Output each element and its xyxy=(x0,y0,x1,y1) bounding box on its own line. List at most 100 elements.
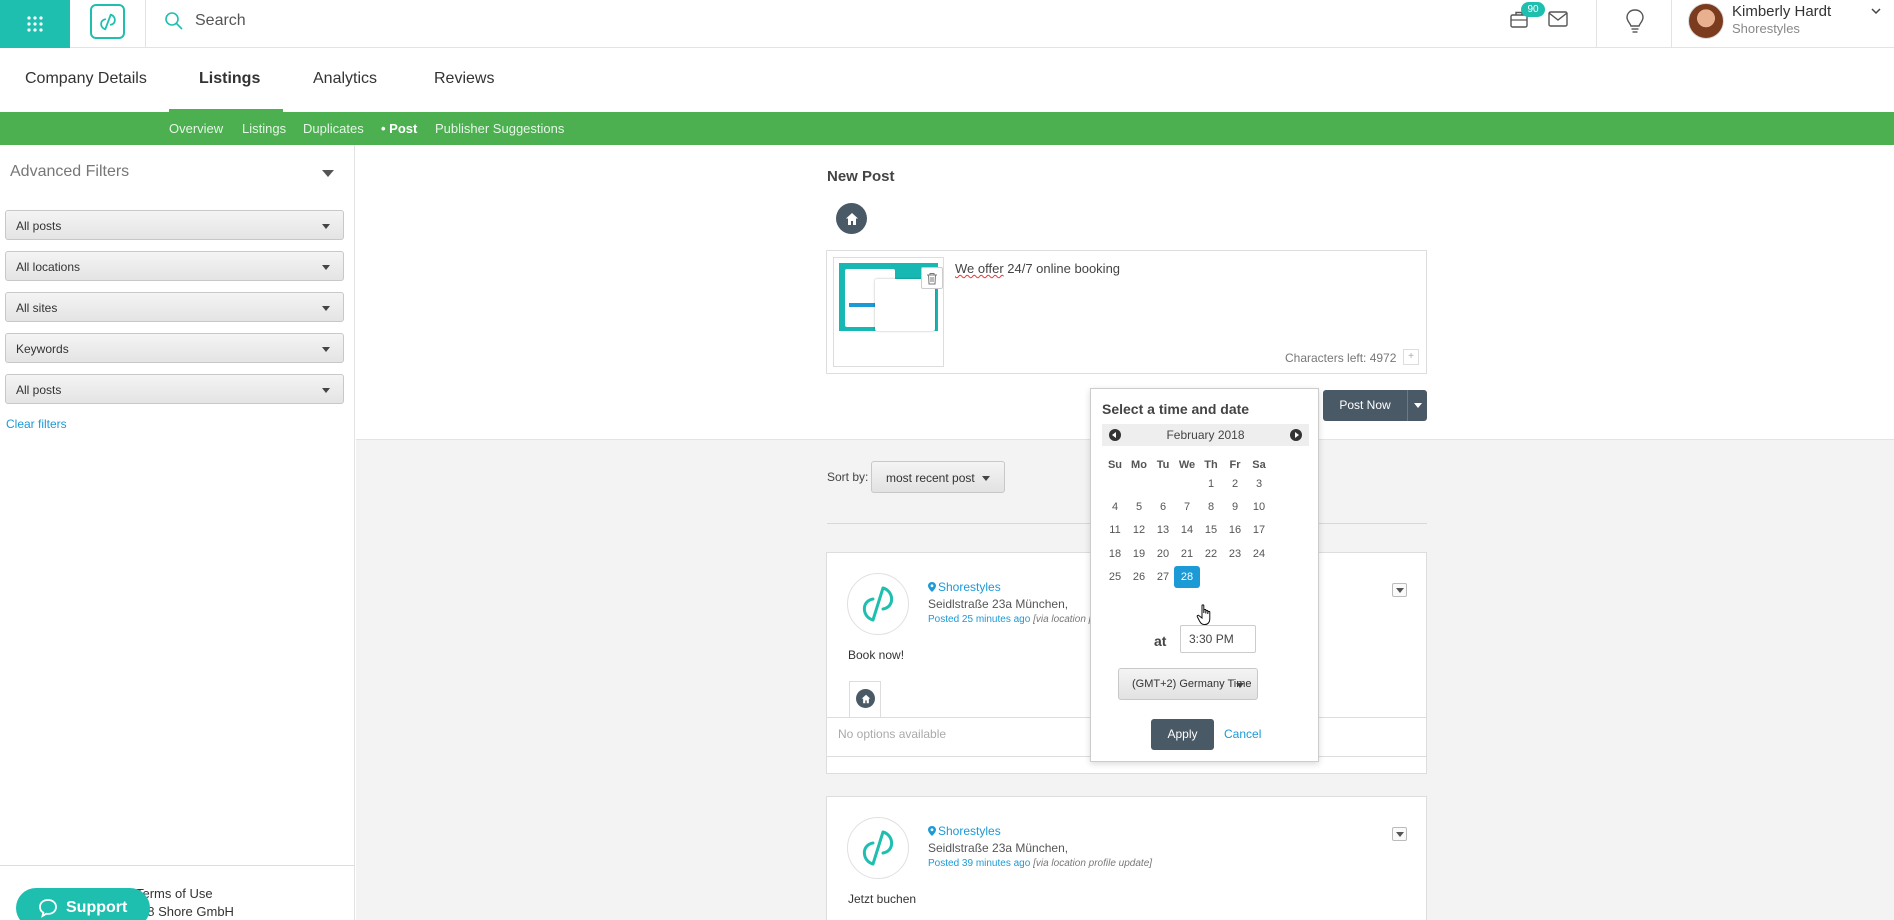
collapse-caret-icon[interactable] xyxy=(322,170,334,177)
sort-select[interactable]: most recent post xyxy=(871,461,1005,493)
filter-post-status[interactable]: All posts xyxy=(5,374,344,404)
business-name-link[interactable]: Shorestyles xyxy=(928,824,1001,838)
add-button[interactable]: + xyxy=(1403,349,1419,365)
tab-company-details[interactable]: Company Details xyxy=(25,70,147,88)
calendar-day[interactable]: 27 xyxy=(1150,566,1176,588)
apply-button[interactable]: Apply xyxy=(1151,719,1214,750)
calendar-day[interactable]: 25 xyxy=(1102,566,1128,588)
weekday-label: Sa xyxy=(1252,459,1266,471)
subnav-overview[interactable]: Overview xyxy=(169,121,223,136)
calendar-day[interactable]: 11 xyxy=(1102,519,1128,541)
sub-navigation: Overview Listings Duplicates • Post Publ… xyxy=(0,112,1894,145)
posted-via: [via location pr xyxy=(1033,614,1098,625)
calendar-day[interactable]: 7 xyxy=(1174,496,1200,518)
home-icon xyxy=(845,212,858,225)
post-text-rest: 24/7 online booking xyxy=(1003,261,1121,276)
post-body: Book now! xyxy=(848,648,905,662)
time-input[interactable] xyxy=(1180,625,1256,653)
advanced-filters-title[interactable]: Advanced Filters xyxy=(10,163,129,181)
business-name-link[interactable]: Shorestyles xyxy=(928,580,1001,594)
post-now-button[interactable]: Post Now xyxy=(1323,390,1407,421)
calendar-day[interactable]: 6 xyxy=(1150,496,1176,518)
calendar-day[interactable]: 17 xyxy=(1246,519,1272,541)
tab-listings[interactable]: Listings xyxy=(199,70,260,88)
filter-label: All posts xyxy=(16,219,62,233)
filter-label: All sites xyxy=(16,301,58,315)
app-grid-button[interactable] xyxy=(0,0,70,48)
caret-down-icon xyxy=(322,265,330,270)
calendar-day-selected[interactable]: 28 xyxy=(1174,565,1200,588)
caret-down-icon xyxy=(322,347,330,352)
chat-bubble-icon xyxy=(39,899,57,918)
date-time-picker: Select a time and date February 2018 Su M… xyxy=(1090,388,1319,762)
calendar-day[interactable]: 12 xyxy=(1126,519,1152,541)
calendar-day[interactable]: 15 xyxy=(1198,519,1224,541)
calendar-day[interactable]: 16 xyxy=(1222,519,1248,541)
calendar-day[interactable]: 4 xyxy=(1102,496,1128,518)
user-company: Shorestyles xyxy=(1732,21,1800,36)
calendar-day[interactable]: 19 xyxy=(1126,543,1152,565)
search-input[interactable] xyxy=(195,9,575,33)
caret-down-icon xyxy=(982,476,990,481)
calendar-day[interactable]: 8 xyxy=(1198,496,1224,518)
post-options-dropdown[interactable] xyxy=(1407,390,1427,421)
calendar-day[interactable]: 1 xyxy=(1198,473,1224,495)
posted-via: [via location profile update] xyxy=(1033,858,1153,869)
location-tab[interactable] xyxy=(849,681,881,718)
business-address: Seidlstraße 23a München, xyxy=(928,841,1069,855)
calendar-day[interactable]: 5 xyxy=(1126,496,1152,518)
calendar-day[interactable]: 13 xyxy=(1150,519,1176,541)
post-menu-button[interactable] xyxy=(1392,827,1407,841)
tab-analytics[interactable]: Analytics xyxy=(313,70,377,88)
calendar-day[interactable]: 22 xyxy=(1198,543,1224,565)
filter-post-type[interactable]: All posts xyxy=(5,210,344,240)
timezone-select[interactable]: (GMT+2) Germany Time xyxy=(1118,668,1258,700)
clear-filters-link[interactable]: Clear filters xyxy=(6,417,67,431)
user-name[interactable]: Kimberly Hardt xyxy=(1732,3,1831,20)
calendar-day[interactable]: 24 xyxy=(1246,543,1272,565)
location-selector[interactable] xyxy=(836,203,867,234)
mail-icon[interactable] xyxy=(1548,11,1568,27)
avatar[interactable] xyxy=(1688,3,1724,39)
brand-logo-icon xyxy=(862,586,894,622)
lightbulb-icon[interactable] xyxy=(1624,8,1646,36)
copyright-text: 18 Shore GmbH xyxy=(140,904,234,919)
subnav-publisher-suggestions[interactable]: Publisher Suggestions xyxy=(435,121,564,136)
tab-reviews[interactable]: Reviews xyxy=(434,70,494,88)
calendar-day[interactable]: 18 xyxy=(1102,543,1128,565)
calendar-day[interactable]: 23 xyxy=(1222,543,1248,565)
post-menu-button[interactable] xyxy=(1392,583,1407,597)
sidebar-footer-divider xyxy=(0,865,354,866)
filter-locations[interactable]: All locations xyxy=(5,251,344,281)
next-month-icon[interactable] xyxy=(1290,429,1302,441)
subnav-duplicates[interactable]: Duplicates xyxy=(303,121,364,136)
chevron-down-icon[interactable] xyxy=(1870,6,1882,16)
subnav-post[interactable]: • Post xyxy=(381,121,417,136)
brand-logo-icon xyxy=(99,13,116,30)
app-grid-icon xyxy=(27,16,43,32)
support-button[interactable]: Support xyxy=(16,888,150,920)
calendar-day[interactable]: 26 xyxy=(1126,566,1152,588)
weekday-label: Th xyxy=(1204,459,1218,471)
filter-keywords[interactable]: Keywords xyxy=(5,333,344,363)
business-name: Shorestyles xyxy=(938,824,1001,838)
cancel-link[interactable]: Cancel xyxy=(1224,727,1261,741)
brand-logo[interactable] xyxy=(90,4,125,39)
calendar-day[interactable]: 9 xyxy=(1222,496,1248,518)
calendar-day[interactable]: 14 xyxy=(1174,519,1200,541)
calendar-day[interactable]: 21 xyxy=(1174,543,1200,565)
filter-sites[interactable]: All sites xyxy=(5,292,344,322)
subnav-listings[interactable]: Listings xyxy=(242,121,286,136)
no-options-text: No options available xyxy=(838,727,947,741)
remove-image-button[interactable] xyxy=(921,267,943,289)
calendar-day[interactable]: 20 xyxy=(1150,543,1176,565)
calendar-day[interactable]: 3 xyxy=(1246,473,1272,495)
calendar-day[interactable]: 2 xyxy=(1222,473,1248,495)
topbar-divider xyxy=(1671,0,1672,48)
sidebar: Advanced Filters All posts All locations… xyxy=(0,145,355,920)
posted-time: Posted 25 minutes ago [via location pr xyxy=(928,614,1098,625)
post-text-input[interactable]: We offer 24/7 online booking xyxy=(955,261,1120,276)
calendar-day[interactable]: 10 xyxy=(1246,496,1272,518)
sort-value: most recent post xyxy=(886,471,975,485)
misspelled-word: We offer xyxy=(955,261,1004,276)
